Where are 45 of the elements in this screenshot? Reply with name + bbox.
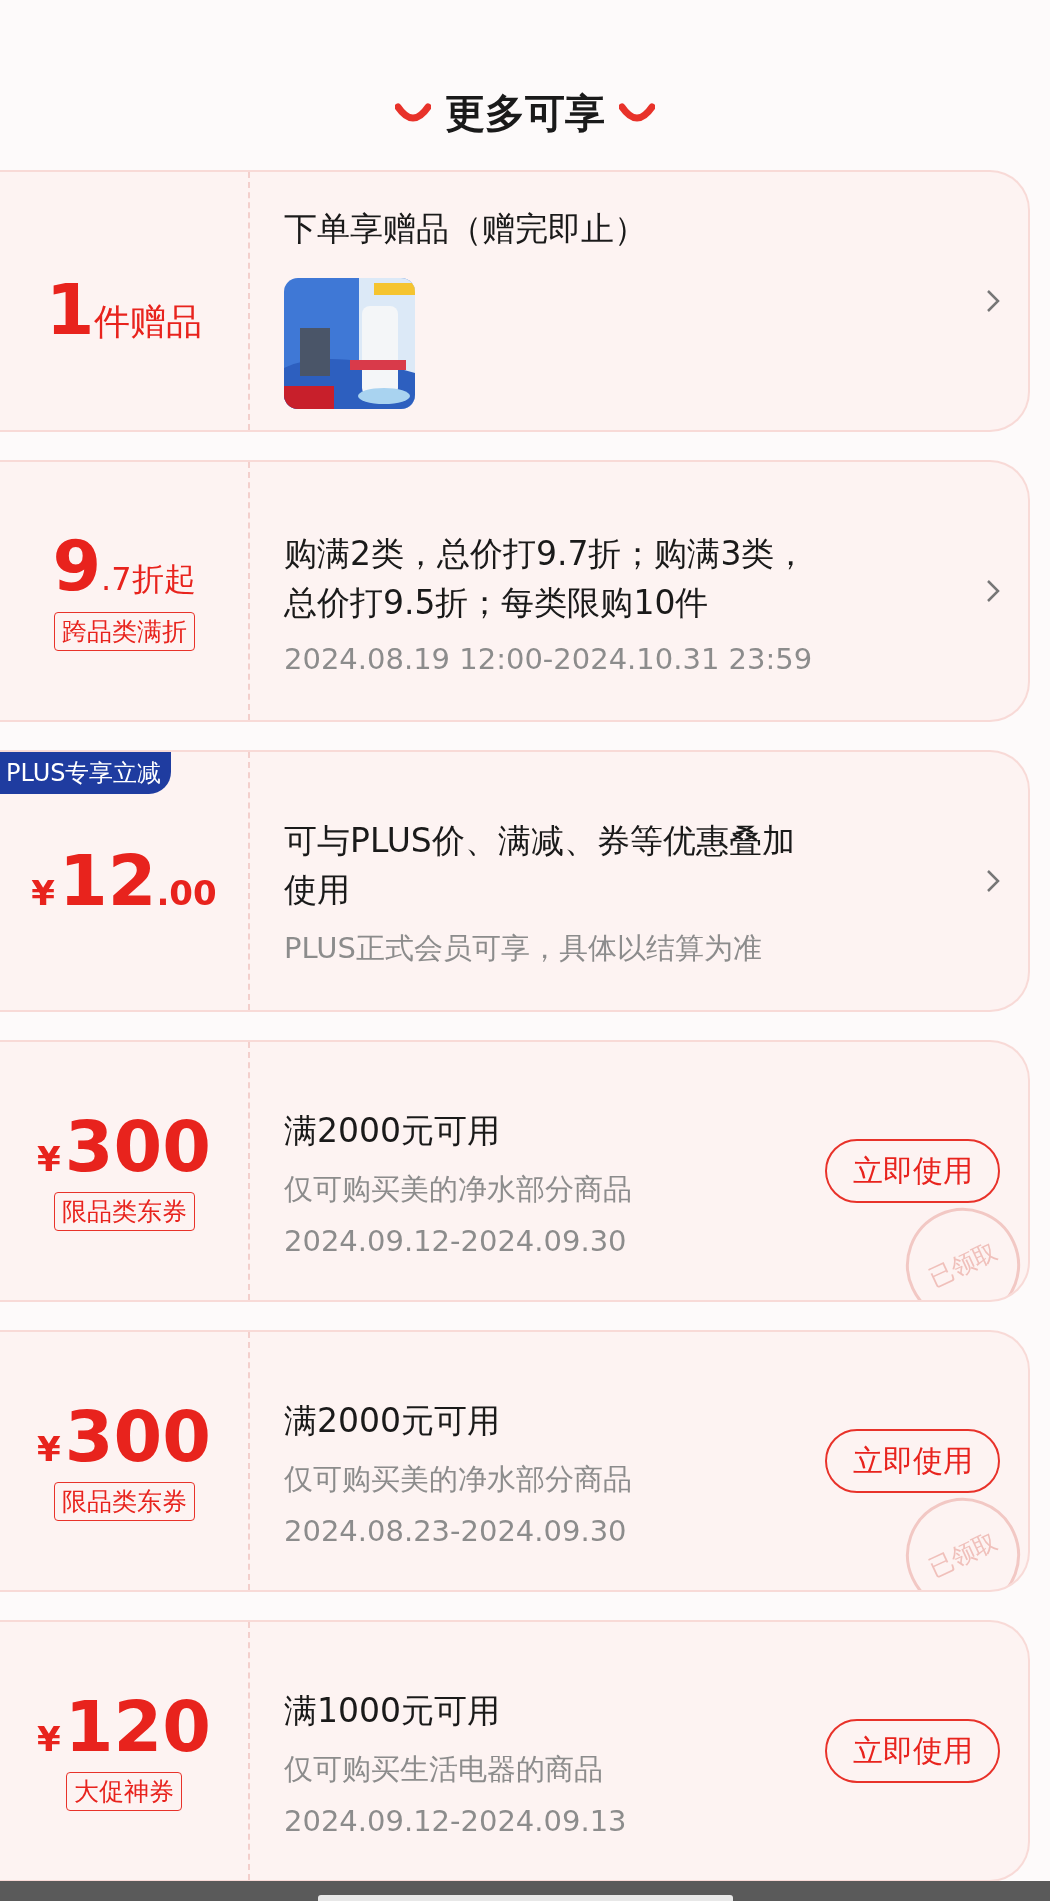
offer-title: 下单享赠品（赠完即止） <box>284 208 648 250</box>
chevron-icon[interactable] <box>986 289 1000 313</box>
amount-unit: .00 <box>156 873 217 913</box>
offer-note: 仅可购买生活电器的商品 <box>284 1750 604 1788</box>
section-title: 更多可享 <box>445 88 605 138</box>
amount-value: 1 <box>45 275 95 345</box>
plus-badge: PLUS专享立减 <box>0 752 172 794</box>
offer-note: 仅可购买美的净水部分商品 <box>284 1460 633 1498</box>
chevron-icon[interactable] <box>986 579 1000 603</box>
offer-title: 购满2类，总价打9.7折；购满3类，总价打9.5折；每类限购10件 <box>284 532 809 624</box>
offer-tag: 大促神券 <box>66 1771 182 1811</box>
amount-unit: .7折起 <box>101 559 196 600</box>
use-now-button[interactable]: 立即使用 <box>825 1719 1000 1783</box>
offer-card[interactable]: PLUS专享立减 ¥12.00 可与PLUS价、满减、券等优惠叠加使用 PLUS正式会员可享，具体以结算为准 <box>0 750 1030 1012</box>
offer-title: 可与PLUS价、满减、券等优惠叠加使用 <box>284 819 796 911</box>
offer-title: 满2000元可用 <box>284 1400 501 1443</box>
offer-tag: 限品类东券 <box>53 1481 195 1521</box>
currency-symbol: ¥ <box>31 873 55 913</box>
currency-symbol: ¥ <box>37 1138 61 1179</box>
chevron-icon[interactable] <box>986 869 1000 893</box>
amount-value: 120 <box>64 1691 211 1762</box>
smile-icon <box>619 103 655 123</box>
currency-symbol: ¥ <box>37 1428 61 1469</box>
amount-unit: 件赠品 <box>94 301 203 344</box>
validity-date: 2024.08.23-2024.09.30 <box>284 1513 628 1548</box>
offer-card[interactable]: ¥120 大促神券 满1000元可用 仅可购买生活电器的商品 2024.09.12-2024.09.13 立即使用 <box>0 1620 1030 1882</box>
offer-title: 满1000元可用 <box>284 1690 501 1733</box>
amount-value: 300 <box>64 1111 211 1182</box>
amount-value: 12 <box>59 846 157 916</box>
offer-note: 仅可购买美的净水部分商品 <box>284 1170 633 1208</box>
smile-icon <box>395 103 431 123</box>
amount-value: 9 <box>52 531 102 601</box>
offer-card[interactable]: 1件赠品 下单享赠品（赠完即止） <box>0 170 1030 432</box>
validity-date: 2024.08.19 12:00-2024.10.31 23:59 <box>284 641 814 676</box>
use-now-button[interactable]: 立即使用 <box>825 1429 1000 1493</box>
offer-tag: 跨品类满折 <box>53 612 195 651</box>
offer-note: PLUS正式会员可享，具体以结算为准 <box>284 929 763 967</box>
currency-symbol: ¥ <box>37 1718 61 1759</box>
use-now-button[interactable]: 立即使用 <box>825 1139 1000 1203</box>
offer-card[interactable]: 9.7折起 跨品类满折 购满2类，总价打9.7折；购满3类，总价打9.5折；每类限购10件 2024.08.19 12:00-2024.10.31 23:59 <box>0 460 1030 722</box>
amount-value: 300 <box>64 1401 211 1472</box>
validity-date: 2024.09.12-2024.09.13 <box>284 1803 628 1838</box>
offer-tag: 限品类东券 <box>53 1191 195 1231</box>
offer-title: 满2000元可用 <box>284 1110 501 1153</box>
validity-date: 2024.09.12-2024.09.30 <box>284 1223 628 1258</box>
